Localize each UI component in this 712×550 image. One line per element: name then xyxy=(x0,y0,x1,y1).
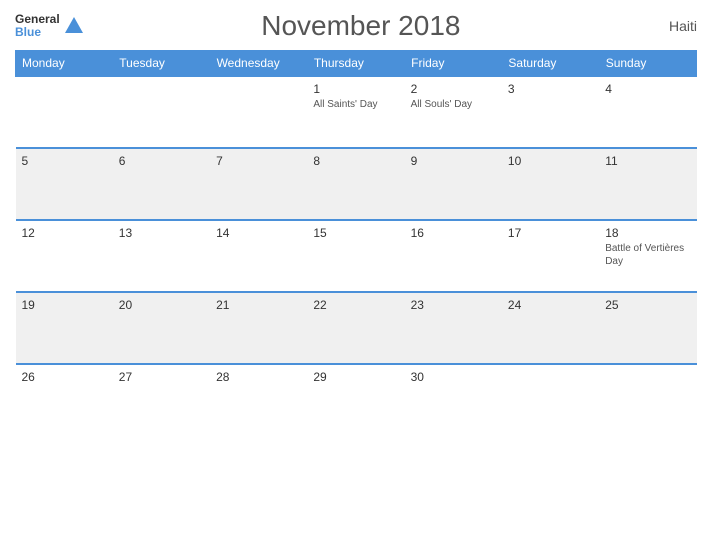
calendar-cell: 4 xyxy=(599,76,696,148)
calendar-cell: 11 xyxy=(599,148,696,220)
weekday-header-sunday: Sunday xyxy=(599,51,696,77)
day-number: 14 xyxy=(216,226,301,240)
day-number: 25 xyxy=(605,298,690,312)
weekday-header-wednesday: Wednesday xyxy=(210,51,307,77)
calendar-cell: 26 xyxy=(16,364,113,436)
week-row-1: 1 All Saints' Day 2 All Souls' Day 34 xyxy=(16,76,697,148)
day-number: 22 xyxy=(313,298,398,312)
calendar-cell: 1 All Saints' Day xyxy=(307,76,404,148)
day-number: 1 xyxy=(313,82,398,96)
calendar-table: MondayTuesdayWednesdayThursdayFridaySatu… xyxy=(15,50,697,436)
day-number: 20 xyxy=(119,298,204,312)
calendar-cell: 27 xyxy=(113,364,210,436)
calendar-cell: 24 xyxy=(502,292,599,364)
weekday-header-thursday: Thursday xyxy=(307,51,404,77)
weekday-header-monday: Monday xyxy=(16,51,113,77)
day-number: 9 xyxy=(411,154,496,168)
calendar-cell: 13 xyxy=(113,220,210,292)
calendar-cell: 6 xyxy=(113,148,210,220)
week-row-4: 19 20 21 22 23 24 25 xyxy=(16,292,697,364)
logo: General Blue xyxy=(15,13,85,39)
calendar-cell: 7 xyxy=(210,148,307,220)
calendar-title: November 2018 xyxy=(85,10,637,42)
calendar-cell: 20 xyxy=(113,292,210,364)
day-number: 8 xyxy=(313,154,398,168)
calendar-cell: 17 xyxy=(502,220,599,292)
day-number: 5 xyxy=(22,154,107,168)
calendar-cell: 19 xyxy=(16,292,113,364)
calendar-cell xyxy=(210,76,307,148)
day-number: 15 xyxy=(313,226,398,240)
calendar-cell xyxy=(113,76,210,148)
day-number: 17 xyxy=(508,226,593,240)
weekday-header-friday: Friday xyxy=(405,51,502,77)
day-number: 10 xyxy=(508,154,593,168)
day-number: 24 xyxy=(508,298,593,312)
day-number: 30 xyxy=(411,370,496,384)
calendar-cell: 12 xyxy=(16,220,113,292)
calendar-cell: 29 xyxy=(307,364,404,436)
day-number: 7 xyxy=(216,154,301,168)
calendar-cell: 23 xyxy=(405,292,502,364)
calendar-cell: 21 xyxy=(210,292,307,364)
day-number: 27 xyxy=(119,370,204,384)
calendar-cell xyxy=(16,76,113,148)
calendar-cell: 5 xyxy=(16,148,113,220)
day-number: 4 xyxy=(605,82,690,96)
weekday-header-saturday: Saturday xyxy=(502,51,599,77)
country-label: Haiti xyxy=(637,18,697,34)
calendar-cell: 2 All Souls' Day xyxy=(405,76,502,148)
calendar-container: General Blue November 2018 Haiti MondayT… xyxy=(0,0,712,550)
logo-icon xyxy=(63,15,85,37)
calendar-cell xyxy=(502,364,599,436)
week-row-5: 26 27 28 29 30 xyxy=(16,364,697,436)
calendar-cell: 22 xyxy=(307,292,404,364)
calendar-cell: 30 xyxy=(405,364,502,436)
day-number: 13 xyxy=(119,226,204,240)
calendar-cell: 8 xyxy=(307,148,404,220)
week-row-3: 12 13 14 15 16 17 18 Battle of Vertières Day xyxy=(16,220,697,292)
day-number: 16 xyxy=(411,226,496,240)
weekday-header-tuesday: Tuesday xyxy=(113,51,210,77)
day-number: 6 xyxy=(119,154,204,168)
day-number: 18 xyxy=(605,226,690,240)
day-event: All Souls' Day xyxy=(411,98,496,111)
calendar-cell xyxy=(599,364,696,436)
calendar-cell: 18 Battle of Vertières Day xyxy=(599,220,696,292)
day-event: Battle of Vertières Day xyxy=(605,242,690,268)
calendar-cell: 15 xyxy=(307,220,404,292)
day-number: 3 xyxy=(508,82,593,96)
calendar-cell: 14 xyxy=(210,220,307,292)
day-number: 12 xyxy=(22,226,107,240)
calendar-cell: 16 xyxy=(405,220,502,292)
day-number: 28 xyxy=(216,370,301,384)
calendar-cell: 9 xyxy=(405,148,502,220)
day-number: 2 xyxy=(411,82,496,96)
day-event: All Saints' Day xyxy=(313,98,398,111)
weekday-header-row: MondayTuesdayWednesdayThursdayFridaySatu… xyxy=(16,51,697,77)
day-number: 29 xyxy=(313,370,398,384)
day-number: 23 xyxy=(411,298,496,312)
calendar-cell: 25 xyxy=(599,292,696,364)
day-number: 19 xyxy=(22,298,107,312)
calendar-cell: 3 xyxy=(502,76,599,148)
calendar-cell: 28 xyxy=(210,364,307,436)
day-number: 11 xyxy=(605,154,690,168)
calendar-header: General Blue November 2018 Haiti xyxy=(15,10,697,42)
day-number: 21 xyxy=(216,298,301,312)
logo-blue-text: Blue xyxy=(15,26,60,39)
day-number: 26 xyxy=(22,370,107,384)
week-row-2: 56789 10 11 xyxy=(16,148,697,220)
calendar-cell: 10 xyxy=(502,148,599,220)
